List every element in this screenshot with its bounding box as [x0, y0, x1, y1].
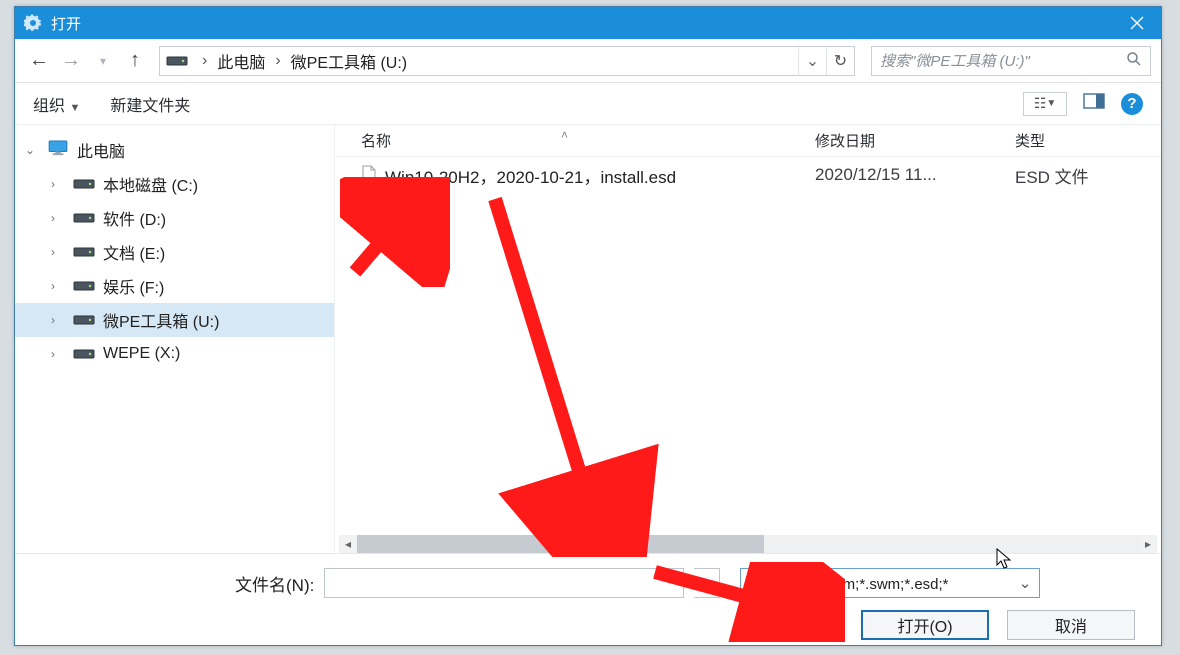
file-date: 2020/12/15 11... [815, 165, 1015, 185]
drive-label: 微PE工具箱 (U:) [103, 308, 219, 332]
scroll-right-icon[interactable]: ▸ [1139, 535, 1157, 553]
caret-right-icon[interactable]: › [51, 245, 65, 259]
column-headers[interactable]: 名称˄ 修改日期 类型 [335, 125, 1161, 157]
drive-label: WEPE (X:) [103, 345, 180, 363]
col-name: 名称˄ [361, 130, 815, 151]
content-area: ⌄ 此电脑 › 本地磁盘 (C:) › 软件 (D:) › 文档 (E:) › 娱乐 (F:)… [15, 125, 1161, 553]
search-icon [1126, 51, 1142, 71]
back-button[interactable]: ← [25, 47, 53, 75]
caret-right-icon[interactable]: › [51, 177, 65, 191]
file-icon [361, 165, 385, 185]
recent-locations-chevron-icon[interactable]: ▾ [89, 47, 117, 75]
filename-input[interactable] [324, 568, 684, 598]
col-type[interactable]: 类型 [1015, 130, 1135, 151]
preview-pane-icon[interactable] [1083, 93, 1105, 114]
app-gear-icon [15, 14, 51, 32]
tree-label: 此电脑 [77, 138, 125, 162]
horizontal-scrollbar[interactable]: ◂ ▸ [339, 535, 1157, 553]
tree-drive[interactable]: › WEPE (X:) [15, 337, 334, 371]
scroll-thumb[interactable] [357, 535, 764, 553]
search-placeholder: 搜索"微PE工具箱 (U:)" [880, 50, 1030, 71]
drive-label: 娱乐 (F:) [103, 274, 164, 298]
file-list[interactable]: 名称˄ 修改日期 类型 Win10-20H2，2020-10-21，instal… [335, 125, 1161, 553]
tree-drive[interactable]: › 微PE工具箱 (U:) [15, 303, 334, 337]
tree-drive[interactable]: › 文档 (E:) [15, 235, 334, 269]
filename-history-dropdown[interactable]: ⌄ [694, 568, 720, 598]
caret-down-icon[interactable]: ⌄ [25, 143, 39, 157]
drive-icon [73, 314, 95, 326]
cancel-button[interactable]: 取消 [1007, 610, 1135, 640]
tree-drive[interactable]: › 软件 (D:) [15, 201, 334, 235]
filename-label: 文件名(N): [35, 571, 314, 596]
file-row[interactable]: Win10-20H2，2020-10-21，install.esd 2020/1… [335, 157, 1161, 193]
search-input[interactable]: 搜索"微PE工具箱 (U:)" [871, 46, 1151, 76]
close-button[interactable] [1113, 7, 1161, 39]
filter-text: 镜像文件 (*.wim;*.swm;*.esd;* [749, 573, 948, 594]
tree-drive[interactable]: › 本地磁盘 (C:) [15, 167, 334, 201]
drive-icon [73, 178, 95, 190]
tree-drive[interactable]: › 娱乐 (F:) [15, 269, 334, 303]
drive-icon [73, 348, 95, 360]
address-dropdown-icon[interactable]: ⌄ [798, 47, 826, 75]
breadcrumb-drive-u[interactable]: 微PE工具箱 (U:) [289, 47, 409, 75]
drive-icon [73, 280, 95, 292]
drive-label: 文档 (E:) [103, 240, 165, 264]
caret-right-icon[interactable]: › [51, 347, 65, 361]
view-options-button[interactable]: ☷ ▼ [1023, 92, 1067, 116]
caret-right-icon[interactable]: › [51, 313, 65, 327]
forward-button[interactable]: → [57, 47, 85, 75]
up-button[interactable]: ↑ [121, 47, 149, 75]
this-pc-icon [47, 140, 69, 161]
open-file-dialog: 打开 ← → ▾ ↑ › 此电脑 › 微PE工具箱 (U:) ⌄ ↻ 搜索"微P… [14, 6, 1162, 646]
file-type-filter[interactable]: 镜像文件 (*.wim;*.swm;*.esd;* ⌄ [740, 568, 1040, 598]
caret-right-icon[interactable]: › [51, 279, 65, 293]
tree-this-pc[interactable]: ⌄ 此电脑 [15, 133, 334, 167]
window-title: 打开 [51, 13, 1113, 34]
col-date[interactable]: 修改日期 [815, 130, 1015, 151]
address-bar[interactable]: › 此电脑 › 微PE工具箱 (U:) ⌄ ↻ [159, 46, 855, 76]
breadcrumb-this-pc[interactable]: 此电脑 [215, 47, 267, 75]
file-type: ESD 文件 [1015, 163, 1135, 188]
chevron-down-icon: ⌄ [1019, 574, 1032, 592]
drive-label: 本地磁盘 (C:) [103, 172, 198, 196]
file-name: Win10-20H2，2020-10-21，install.esd [385, 163, 815, 188]
organize-menu[interactable]: 组织 ▼ [33, 92, 80, 116]
open-button[interactable]: 打开(O) [861, 610, 989, 640]
nav-bar: ← → ▾ ↑ › 此电脑 › 微PE工具箱 (U:) ⌄ ↻ 搜索"微PE工具… [15, 39, 1161, 83]
drive-label: 软件 (D:) [103, 206, 166, 230]
breadcrumb-sep-icon: › [194, 52, 215, 70]
drive-icon [73, 246, 95, 258]
new-folder-button[interactable]: 新建文件夹 [110, 92, 190, 116]
caret-right-icon[interactable]: › [51, 211, 65, 225]
scroll-left-icon[interactable]: ◂ [339, 535, 357, 553]
scroll-track[interactable] [357, 535, 1139, 553]
breadcrumb-sep-icon: › [267, 52, 288, 70]
title-bar: 打开 [15, 7, 1161, 39]
nav-tree[interactable]: ⌄ 此电脑 › 本地磁盘 (C:) › 软件 (D:) › 文档 (E:) › 娱乐 (F:)… [15, 125, 335, 553]
drive-icon [160, 54, 194, 68]
help-icon[interactable]: ? [1121, 93, 1143, 115]
toolbar: 组织 ▼ 新建文件夹 ☷ ▼ ? [15, 83, 1161, 125]
drive-icon [73, 212, 95, 224]
sort-asc-icon: ˄ [561, 128, 568, 142]
refresh-button[interactable]: ↻ [826, 47, 854, 75]
footer: 文件名(N): ⌄ 镜像文件 (*.wim;*.swm;*.esd;* ⌄ 打开… [15, 553, 1161, 654]
